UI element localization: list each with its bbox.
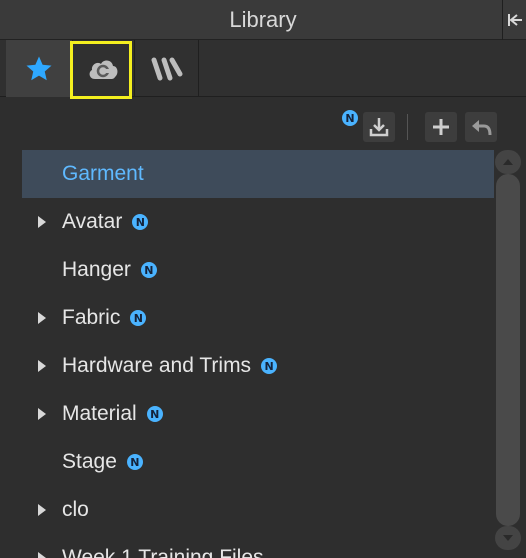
title-bar: Library [0,0,526,40]
expand-arrow-icon[interactable] [38,552,46,558]
tree-item-label: Hardware and Trims [62,354,252,377]
expand-arrow-icon[interactable] [38,504,46,516]
library-toolbar: N [0,97,526,149]
tree-item-label: Material [62,402,137,425]
tree-item-label: Week 1 Training Files [62,546,264,558]
tab-cloud[interactable] [70,40,136,97]
tree-item-avatar[interactable]: Avatar N [22,198,494,246]
new-badge: N [261,358,278,374]
back-button[interactable] [465,112,497,142]
scroll-up-button[interactable] [495,150,521,174]
library-tree: Garment Avatar N Hanger N Fabric N Hardware… [22,150,494,558]
new-badge: N [146,406,163,422]
tree-item-stage[interactable]: Stage N [22,438,494,486]
tree-item-material[interactable]: Material N [22,390,494,438]
panel-title: Library [229,7,297,32]
chevron-up-icon [503,159,513,165]
tree-item-label: Fabric [62,306,121,329]
new-badge: N [342,110,358,126]
tree-item-label: Stage [62,450,117,473]
plus-icon [433,119,449,135]
scroll-down-button[interactable] [495,526,521,550]
tree-item-clo[interactable]: clo [22,486,494,534]
expand-arrow-icon[interactable] [38,408,46,420]
download-button[interactable] [363,112,395,142]
tree-item-label: Garment [62,162,144,185]
expand-arrow-icon[interactable] [38,312,46,324]
library-panel: Library N Garment Avatar N Hanger N Fabr… [0,0,526,558]
tree-item-label: clo [62,498,89,521]
chevron-down-icon [503,535,513,541]
back-arrow-icon [472,120,492,136]
tree-item-label: Avatar [62,210,123,233]
tab-favorites[interactable] [6,40,72,97]
tab-w[interactable] [134,40,200,97]
cloud-icon [89,59,118,79]
tree-item-hanger[interactable]: Hanger N [22,246,494,294]
tree-item-week-1-training-files[interactable]: Week 1 Training Files [22,534,494,558]
tree-item-fabric[interactable]: Fabric N [22,294,494,342]
download-icon [369,118,389,137]
tree-item-garment[interactable]: Garment [22,150,494,198]
new-badge: N [140,262,157,278]
library-tabs [0,40,526,97]
expand-arrow-icon[interactable] [38,216,46,228]
collapse-button[interactable] [502,0,526,40]
expand-arrow-icon[interactable] [38,360,46,372]
scroll-thumb[interactable] [496,174,520,526]
tree-scrollbar[interactable] [494,150,522,558]
collapse-arrow-icon [507,14,522,26]
new-badge: N [132,214,149,230]
w-logo-icon [151,57,183,80]
new-badge: N [126,454,143,470]
tree-item-hardware-and-trims[interactable]: Hardware and Trims N [22,342,494,390]
new-badge: N [130,310,147,326]
add-button[interactable] [425,112,457,142]
star-icon [26,56,52,80]
tree-item-label: Hanger [62,258,131,281]
